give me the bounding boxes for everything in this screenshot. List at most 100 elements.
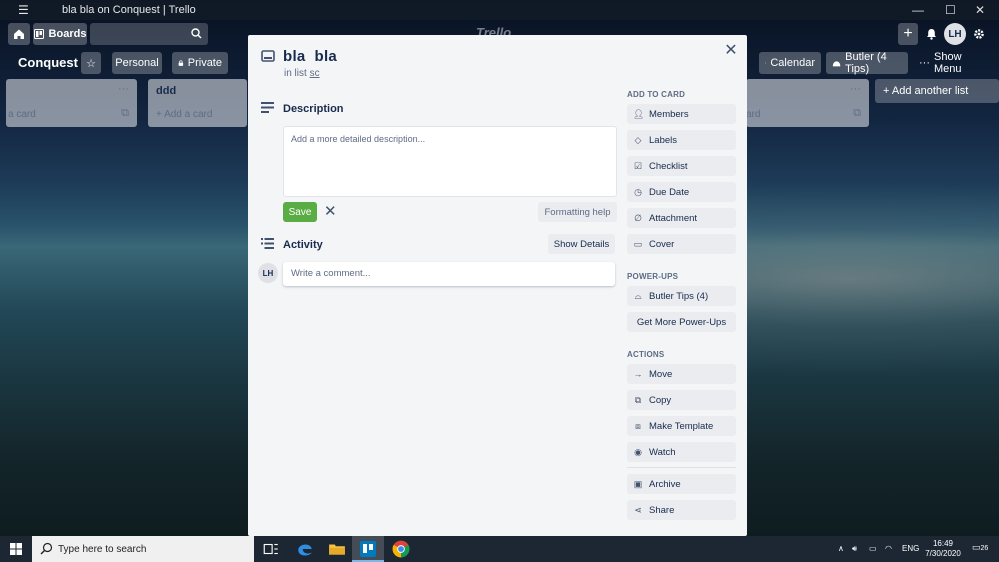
chrome-browser-icon[interactable] (392, 540, 410, 558)
butler-tips-label: Butler Tips (4) (649, 290, 709, 302)
home-button[interactable] (8, 23, 30, 45)
task-view-icon[interactable] (262, 540, 280, 558)
list-more-icon[interactable]: ··· (118, 83, 129, 95)
hamburger-menu-icon[interactable]: ☰ (18, 3, 32, 17)
butler-button[interactable]: Butler (4 Tips) (826, 51, 908, 75)
archive-button[interactable]: ▣ Archive (627, 474, 736, 494)
taskbar-clock[interactable]: 16:49 7/30/2020 (922, 539, 964, 559)
copy-label: Copy (649, 394, 672, 406)
taskbar-search-placeholder: Type here to search (58, 543, 147, 555)
battery-icon[interactable]: ▭ (869, 544, 877, 553)
clock-icon: ◷ (634, 186, 642, 197)
list: ··· a card ⧉ (6, 79, 137, 127)
trello-taskbar-button[interactable] (352, 536, 384, 562)
cover-button[interactable]: ▭ Cover (627, 234, 736, 254)
labels-button[interactable]: ◇ Labels (627, 130, 736, 150)
private-label: Private (187, 57, 222, 69)
actions-divider (627, 467, 736, 468)
template-icon[interactable]: ⧉ (121, 107, 129, 120)
close-icon[interactable]: ✕ (724, 43, 738, 59)
watch-button[interactable]: ◉ Watch (627, 442, 736, 462)
copy-button[interactable]: ⧉ Copy (627, 390, 736, 410)
person-icon: 👤︎ (633, 108, 645, 119)
list-link[interactable]: sc (310, 68, 320, 79)
formatting-help-button[interactable]: Formatting help (538, 202, 617, 222)
windows-start-icon[interactable] (10, 543, 22, 555)
notification-count: 26 (980, 545, 989, 552)
action-center-button[interactable]: ▭26 (972, 542, 988, 553)
add-card-button[interactable]: + Add a card (156, 109, 212, 120)
members-button[interactable]: 👤︎ Members (627, 104, 736, 124)
cancel-edit-icon[interactable]: ✕ (324, 204, 337, 219)
language-indicator[interactable]: ENG (902, 544, 919, 553)
card-title[interactable]: bla bla (283, 48, 337, 65)
share-label: Share (649, 504, 675, 516)
member-avatar[interactable]: LH (944, 23, 966, 45)
make-template-label: Make Template (649, 420, 714, 432)
butler-icon: ⌓ (634, 290, 642, 301)
close-window-icon[interactable]: ✕ (975, 3, 985, 17)
notifications-button[interactable] (921, 23, 941, 45)
calendar-button[interactable]: Calendar (759, 52, 821, 74)
in-list-prefix: in list (284, 68, 307, 79)
window-title: bla bla on Conquest | Trello (62, 4, 196, 16)
card-list-info: in list sc (284, 68, 320, 79)
trello-app-icon (360, 541, 376, 557)
description-input[interactable]: Add a more detailed description... (283, 126, 617, 197)
due-date-label: Due Date (649, 186, 690, 198)
search-icon (191, 28, 202, 39)
minimize-icon[interactable]: — (912, 3, 924, 17)
wifi-icon[interactable]: ◠ (885, 544, 892, 553)
actions-heading: ACTIONS (627, 350, 665, 359)
taskbar-search-input[interactable]: Type here to search (32, 536, 254, 562)
show-details-button[interactable]: Show Details (548, 234, 615, 254)
due-date-button[interactable]: ◷ Due Date (627, 182, 736, 202)
add-card-button[interactable]: ard (746, 109, 760, 120)
volume-icon[interactable]: 🔊︎ (852, 544, 857, 554)
watch-label: Watch (649, 446, 676, 458)
create-button[interactable]: + (898, 23, 918, 45)
personal-label: Personal (115, 57, 159, 69)
cover-label: Cover (649, 238, 675, 250)
make-template-button[interactable]: ⧈ Make Template (627, 416, 736, 436)
move-button[interactable]: → Move (627, 364, 736, 384)
edge-browser-icon[interactable] (296, 540, 314, 558)
maximize-icon[interactable]: ☐ (945, 3, 956, 17)
comment-input[interactable]: Write a comment... (283, 262, 615, 286)
get-more-powerups-button[interactable]: Get More Power-Ups (627, 312, 736, 332)
share-button[interactable]: ⋖ Share (627, 500, 736, 520)
list-title[interactable]: ddd (156, 85, 176, 97)
show-menu-label: Show Menu (934, 51, 962, 75)
show-menu-button[interactable]: ··· Show Menu (913, 51, 985, 75)
boards-button[interactable]: Boards (33, 23, 87, 45)
butler-icon (832, 60, 841, 66)
save-button[interactable]: Save (283, 202, 317, 222)
board-name[interactable]: Conquest (18, 55, 78, 70)
visibility-button[interactable]: Private (172, 52, 228, 74)
arrow-right-icon: → (633, 369, 643, 379)
lock-icon (178, 60, 184, 66)
attachment-label: Attachment (649, 212, 698, 224)
attachment-button[interactable]: ∅ Attachment (627, 208, 736, 228)
windows-taskbar: Type here to search ∧ 🔊︎ ▭ ◠ ENG 16:49 7… (0, 536, 999, 562)
calendar-label: Calendar (770, 57, 815, 69)
bell-icon (926, 29, 936, 40)
template-icon[interactable]: ⧉ (853, 107, 861, 120)
file-explorer-icon[interactable] (328, 540, 346, 558)
board-search-input[interactable] (90, 23, 208, 45)
personal-team-button[interactable]: Personal (112, 52, 162, 74)
list-more-icon[interactable]: ··· (850, 83, 861, 95)
star-icon: ☆ (86, 57, 96, 70)
checklist-button[interactable]: ☑ Checklist (627, 156, 736, 176)
eye-icon: ◉ (634, 446, 642, 457)
butler-tips-button[interactable]: ⌓ Butler Tips (4) (627, 286, 736, 306)
more-icon: ··· (919, 57, 930, 69)
settings-button[interactable] (970, 23, 988, 45)
add-list-button[interactable]: + Add another list (875, 79, 999, 103)
add-card-button[interactable]: a card (8, 109, 36, 120)
notification-icon: ▭ (972, 542, 981, 552)
star-board-button[interactable]: ☆ (81, 52, 101, 74)
chevron-up-icon[interactable]: ∧ (838, 544, 844, 553)
add-to-card-heading: ADD TO CARD (627, 90, 686, 99)
comment-avatar[interactable]: LH (258, 263, 278, 283)
